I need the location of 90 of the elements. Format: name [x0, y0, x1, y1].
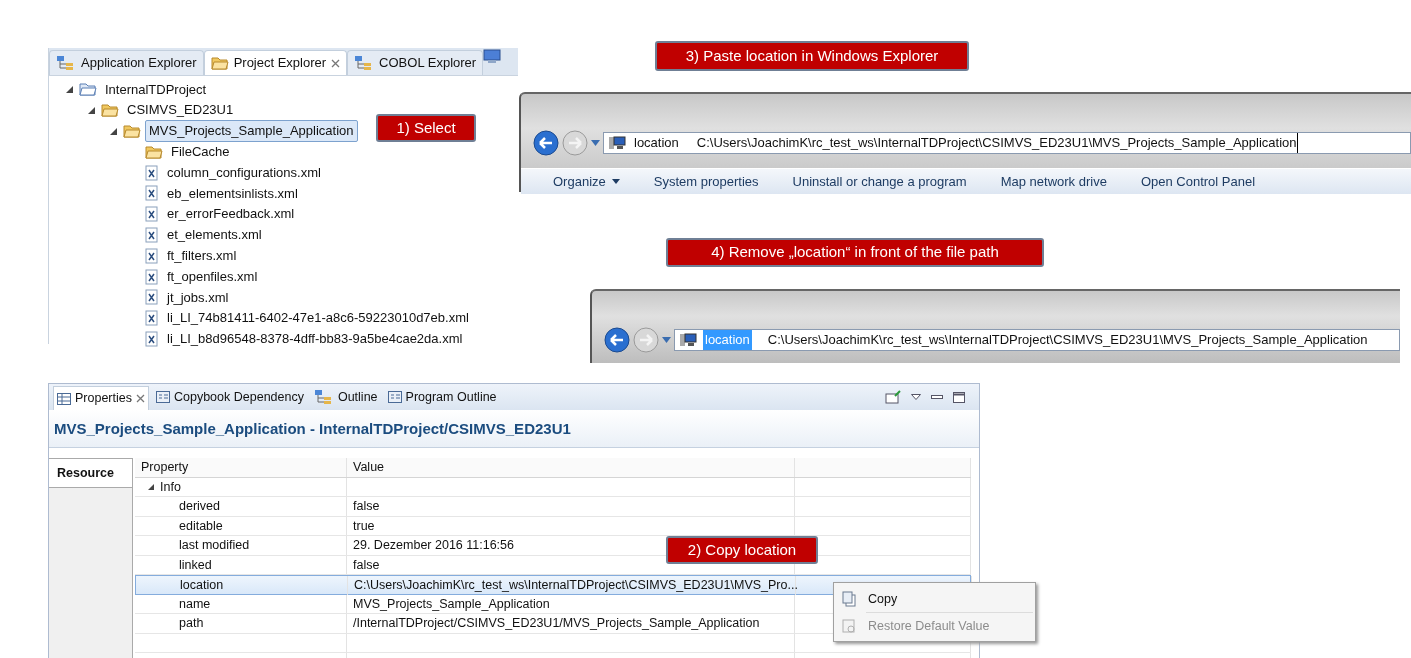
toolbar-button[interactable]: System properties — [653, 171, 759, 192]
tree-item[interactable]: jt_jobs.xml — [163, 286, 233, 309]
property-name: derived — [179, 498, 220, 515]
toolbar-button[interactable]: Map network drive — [1000, 171, 1107, 192]
computer-icon — [679, 332, 697, 348]
view-tab[interactable]: Outline — [310, 387, 381, 407]
address-field[interactable]: location C:\Users\JoachimK\rc_test_ws\InternalTDProject\CSIMVS_ED23U1\MVS_Projects_Sample_Application — [674, 329, 1400, 351]
property-name: last modified — [179, 537, 250, 554]
outline-icon — [313, 389, 334, 405]
maximize-icon — [953, 391, 965, 403]
tree-item[interactable]: li_LI_74b81411-6402-47e1-a8c6-59223010d7eb.xml — [163, 307, 473, 329]
pin-icon — [885, 390, 901, 404]
address-field[interactable]: location C:\Users\JoachimK\rc_test_ws\InternalTDProject\CSIMVS_ED23U1\MVS_Projects_Sample_Application — [603, 132, 1411, 154]
property-value: false — [353, 498, 380, 515]
xml-file-icon — [145, 226, 159, 243]
property-name: location — [180, 577, 224, 594]
list-icon — [387, 391, 402, 403]
step-callout: 2) Copy location — [666, 536, 818, 564]
step-callout: 3) Paste location in Windows Explorer — [655, 41, 969, 71]
toolbar-button[interactable]: Uninstall or change a program — [792, 171, 967, 192]
xml-file-icon — [145, 206, 159, 223]
tree-item[interactable]: li_LI_b8d96548-8378-4dff-bb83-9a5be4cae2da.xml — [163, 328, 467, 350]
table-icon — [57, 392, 71, 405]
column-header[interactable]: Property — [135, 457, 347, 477]
table-row[interactable]: location C:\Users\JoachimK\rc_test_ws\InternalTDProject\CSIMVS_ED23U1\MVS_Pro... — [135, 575, 971, 595]
xml-file-icon — [145, 330, 159, 347]
property-value: MVS_Projects_Sample_Application — [353, 595, 550, 613]
folder-icon — [145, 144, 163, 159]
property-value: true — [353, 517, 375, 535]
hierarchy-icon — [56, 55, 76, 71]
toolbar-button[interactable]: Open Control Panel — [1140, 171, 1256, 192]
view-tab[interactable]: COBOL Explorer — [347, 50, 484, 75]
tree-item[interactable]: er_errorFeedback.xml — [163, 203, 299, 225]
tree-item[interactable]: et_elements.xml — [163, 224, 266, 246]
view-tab[interactable]: Project Explorer — [203, 50, 348, 75]
property-name: linked — [179, 556, 212, 574]
expander-icon[interactable] — [147, 482, 155, 491]
expander-icon[interactable] — [87, 105, 97, 116]
xml-file-icon — [145, 268, 159, 285]
folder-icon — [123, 124, 141, 138]
property-value: false — [353, 556, 380, 574]
side-tab[interactable]: Resource — [49, 457, 132, 489]
table-row[interactable]: Info — [135, 477, 971, 497]
folder-icon — [101, 103, 119, 118]
tree-item[interactable]: FileCache — [167, 141, 234, 163]
dropdown-icon — [591, 140, 600, 146]
xml-file-icon — [145, 185, 159, 202]
tree-item[interactable]: CSIMVS_ED23U1 — [123, 99, 238, 121]
property-name: path — [179, 615, 204, 632]
property-value: /InternalTDProject/CSIMVS_ED23U1/MVS_Projects_Sample_Application — [353, 615, 760, 632]
step-callout: 1) Select — [376, 114, 476, 142]
xml-file-icon — [145, 289, 159, 306]
copy-icon — [842, 591, 856, 607]
xml-file-icon — [145, 310, 159, 327]
close-icon[interactable] — [331, 58, 341, 68]
back-icon[interactable] — [604, 327, 630, 353]
expander-icon[interactable] — [65, 84, 75, 95]
folder-icon — [210, 56, 229, 70]
table-row[interactable]: derived false — [135, 497, 971, 517]
list-icon — [156, 391, 170, 403]
xml-file-icon — [145, 164, 159, 181]
property-value: 29. Dezember 2016 11:16:56 — [353, 537, 514, 554]
tree-item[interactable]: eb_elementsinlists.xml — [163, 182, 302, 205]
monitor-icon — [483, 48, 502, 64]
property-name: editable — [179, 517, 223, 535]
tree-item[interactable]: ft_filters.xml — [163, 245, 241, 267]
view-tab[interactable]: Copybook Dependency — [153, 387, 307, 407]
minimize-icon — [931, 395, 943, 399]
category-label: Info — [160, 478, 181, 496]
view-tab[interactable]: Properties — [53, 386, 149, 410]
restore-icon — [842, 618, 856, 634]
expander-icon[interactable] — [109, 126, 119, 136]
property-name: name — [179, 595, 211, 613]
step-callout: 4) Remove „location“ in front of the file path — [666, 238, 1044, 267]
dropdown-icon — [662, 337, 671, 343]
property-value: C:\Users\JoachimK\rc_test_ws\InternalTDProject\CSIMVS_ED23U1\MVS_Pro... — [354, 577, 798, 594]
folder-icon — [79, 82, 97, 97]
view-tab[interactable]: Program Outline — [384, 387, 500, 407]
back-icon[interactable] — [533, 130, 559, 156]
close-icon[interactable] — [136, 394, 145, 403]
toolbar-button[interactable]: Organize — [553, 171, 620, 192]
computer-icon — [608, 135, 626, 151]
tree-item[interactable]: InternalTDProject — [101, 78, 211, 101]
xml-file-icon — [145, 247, 159, 264]
tree-item[interactable]: column_configurations.xml — [163, 161, 325, 184]
view-menu-icon — [911, 394, 921, 400]
column-header[interactable]: Value — [347, 457, 795, 477]
view-tab[interactable]: Application Explorer — [49, 50, 204, 75]
tree-item[interactable]: ft_openfiles.xml — [163, 265, 262, 288]
tree-item[interactable]: MVS_Projects_Sample_Application — [145, 120, 358, 142]
